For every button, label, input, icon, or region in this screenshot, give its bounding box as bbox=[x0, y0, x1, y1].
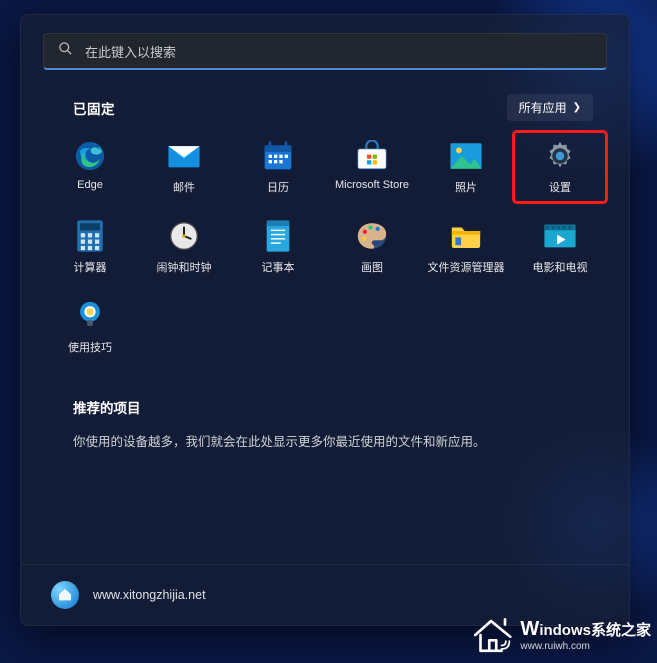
watermark-sub: www.ruiwh.com bbox=[520, 641, 651, 652]
app-tile-calculator[interactable]: 计算器 bbox=[43, 211, 137, 283]
app-tile-clock[interactable]: 闹钟和时钟 bbox=[137, 211, 231, 283]
search-placeholder: 在此键入以搜索 bbox=[85, 42, 176, 61]
app-tile-paint[interactable]: 画图 bbox=[325, 211, 419, 283]
calculator-icon bbox=[73, 219, 107, 253]
store-icon bbox=[355, 139, 389, 173]
footer-url: www.xitongzhijia.net bbox=[93, 588, 206, 602]
search-icon bbox=[58, 41, 73, 61]
app-tile-photos[interactable]: 照片 bbox=[419, 131, 513, 203]
app-label: 计算器 bbox=[74, 259, 107, 275]
app-label: 画图 bbox=[361, 259, 383, 275]
app-tile-explorer[interactable]: 文件资源管理器 bbox=[419, 211, 513, 283]
app-label: Edge bbox=[77, 179, 103, 191]
app-label: 电影和电视 bbox=[533, 259, 588, 275]
recommended-section: 推荐的项目 你使用的设备越多，我们就会在此处显示更多你最近使用的文件和新应用。 bbox=[73, 397, 593, 450]
app-label: 闹钟和时钟 bbox=[157, 259, 212, 275]
watermark-brand: indows bbox=[539, 622, 591, 639]
app-tile-mail[interactable]: 邮件 bbox=[137, 131, 231, 203]
app-label: 文件资源管理器 bbox=[428, 259, 505, 275]
app-label: 日历 bbox=[267, 179, 289, 195]
app-tile-settings[interactable]: 设置 bbox=[513, 131, 607, 203]
mail-icon bbox=[167, 139, 201, 173]
movies-icon bbox=[543, 219, 577, 253]
edge-icon bbox=[73, 139, 107, 173]
start-menu: 在此键入以搜索 已固定 所有应用 ❯ Edge 邮件 日历 Microsoft Sto… bbox=[20, 14, 630, 626]
tips-icon bbox=[73, 299, 107, 333]
app-label: 记事本 bbox=[262, 259, 295, 275]
search-box[interactable]: 在此键入以搜索 bbox=[43, 33, 607, 70]
pinned-title: 已固定 bbox=[73, 98, 115, 118]
explorer-icon bbox=[449, 219, 483, 253]
recommended-text: 你使用的设备越多，我们就会在此处显示更多你最近使用的文件和新应用。 bbox=[73, 431, 593, 450]
notepad-icon bbox=[261, 219, 295, 253]
app-tile-calendar[interactable]: 日历 bbox=[231, 131, 325, 203]
footer-logo-icon bbox=[51, 581, 79, 609]
clock-icon bbox=[167, 219, 201, 253]
app-tile-movies[interactable]: 电影和电视 bbox=[513, 211, 607, 283]
recommended-title: 推荐的项目 bbox=[73, 397, 593, 417]
paint-icon bbox=[355, 219, 389, 253]
pinned-grid: Edge 邮件 日历 Microsoft Store 照片 设置计算器 闹钟和时钟 记事本 画图… bbox=[43, 131, 607, 363]
app-label: 使用技巧 bbox=[68, 339, 112, 355]
photos-icon bbox=[449, 139, 483, 173]
app-label: 邮件 bbox=[173, 179, 195, 195]
settings-icon bbox=[543, 139, 577, 173]
app-label: Microsoft Store bbox=[335, 179, 409, 191]
calendar-icon bbox=[261, 139, 295, 173]
app-tile-notepad[interactable]: 记事本 bbox=[231, 211, 325, 283]
all-apps-button[interactable]: 所有应用 ❯ bbox=[507, 94, 593, 121]
chevron-right-icon: ❯ bbox=[573, 102, 581, 113]
app-tile-edge[interactable]: Edge bbox=[43, 131, 137, 203]
app-tile-tips[interactable]: 使用技巧 bbox=[43, 291, 137, 363]
all-apps-label: 所有应用 bbox=[519, 99, 567, 116]
app-tile-store[interactable]: Microsoft Store bbox=[325, 131, 419, 203]
app-label: 设置 bbox=[549, 179, 571, 195]
app-label: 照片 bbox=[455, 179, 477, 195]
watermark: Windows系统之家 www.ruiwh.com bbox=[470, 615, 651, 655]
watermark-house-icon bbox=[470, 615, 512, 655]
